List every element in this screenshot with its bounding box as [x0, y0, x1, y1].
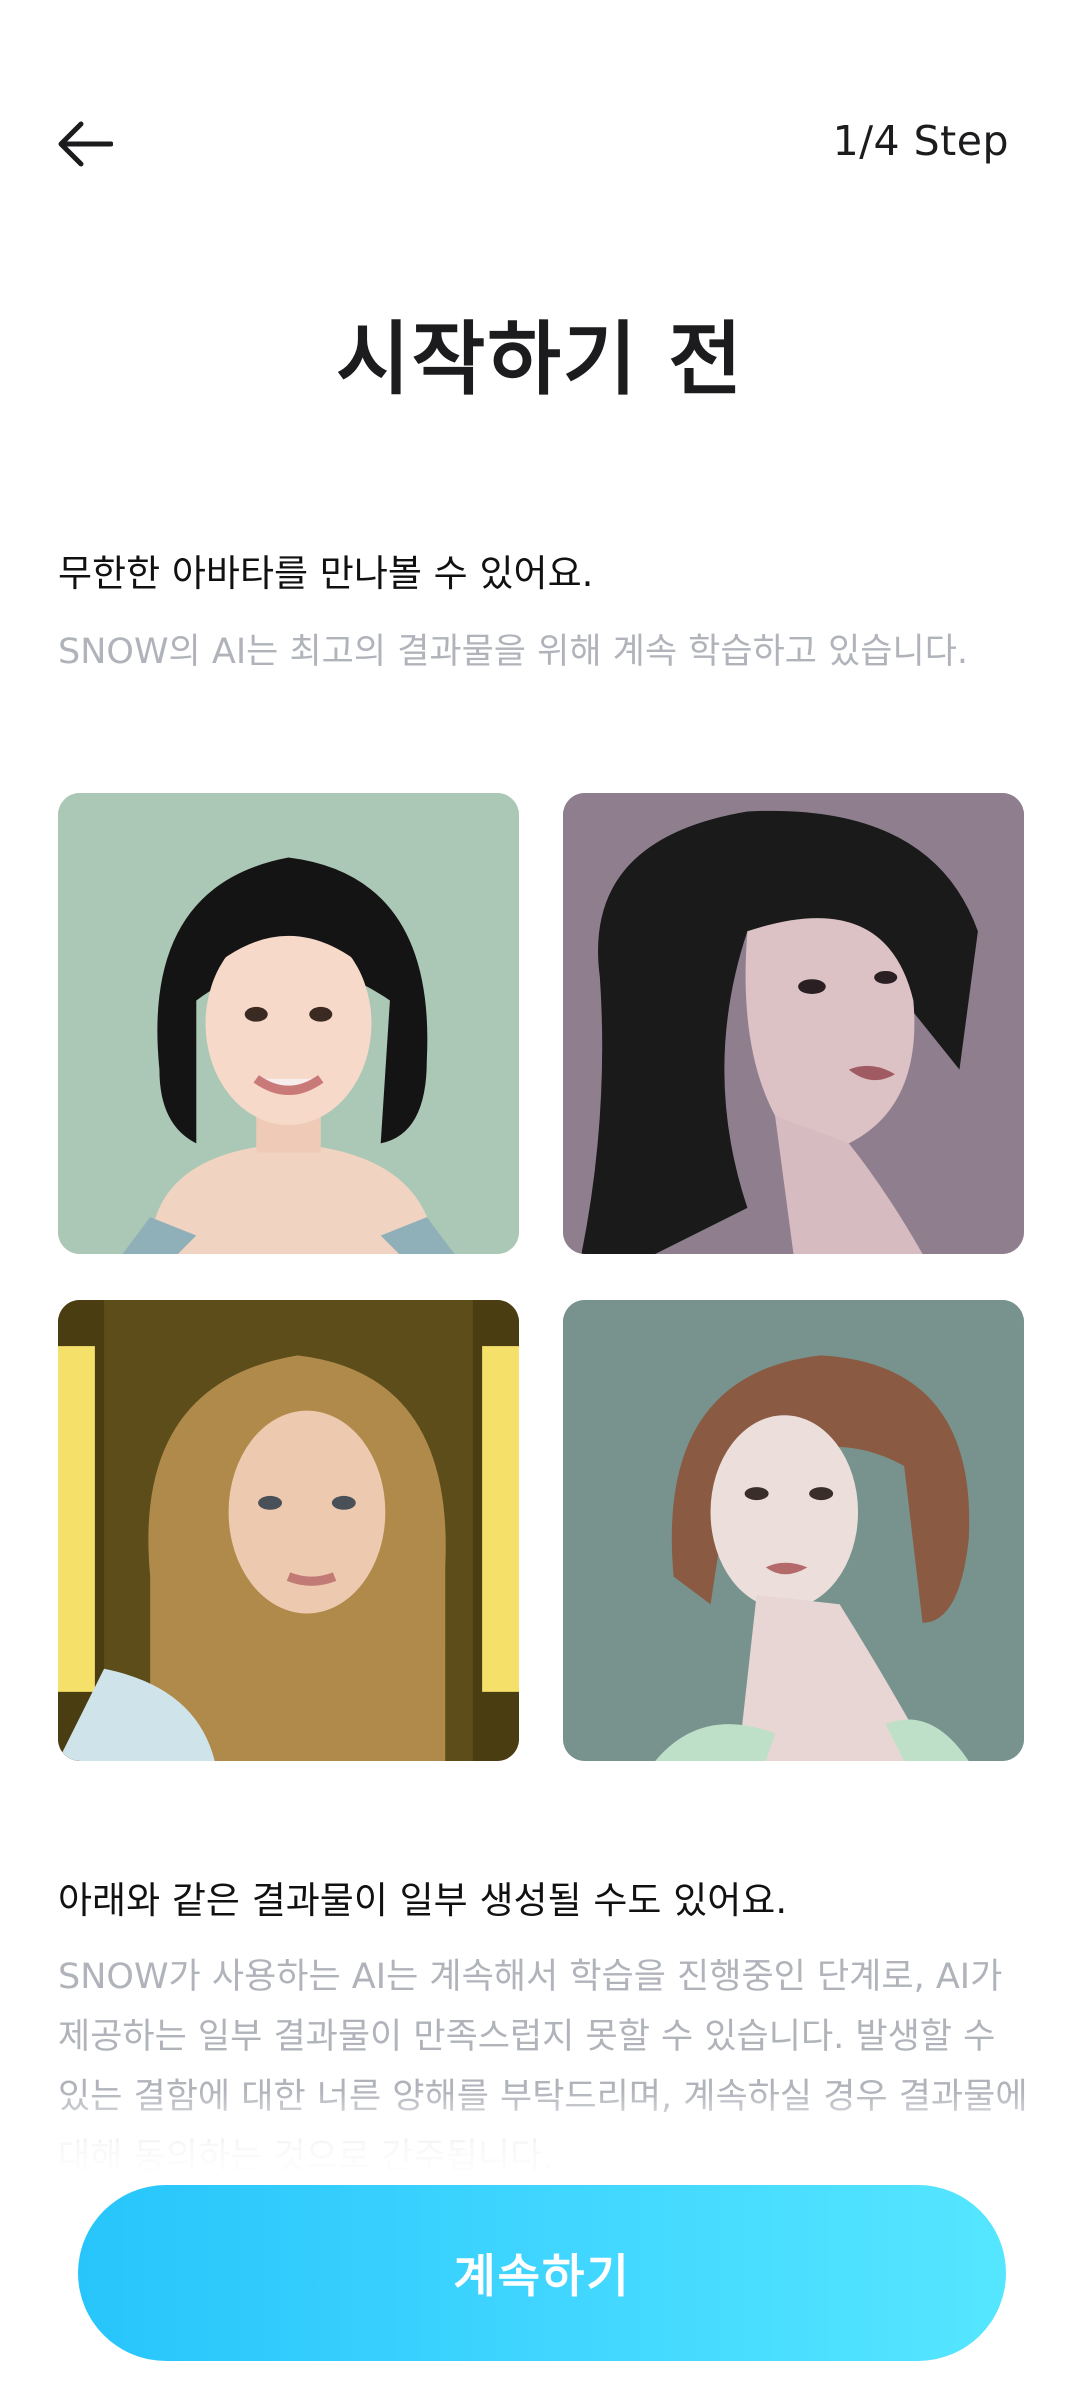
page-title: 시작하기 전: [336, 313, 744, 406]
back-button[interactable]: [52, 112, 116, 176]
avatar-image: [58, 1300, 519, 1761]
avatar-image: [563, 793, 1024, 1254]
scroll-fade: [0, 2090, 1080, 2180]
avatar-image: [58, 793, 519, 1254]
avatar-image: [563, 1300, 1024, 1761]
arrow-left-icon: [58, 121, 113, 167]
step-indicator: 1/4 Step: [832, 117, 1009, 165]
section-body-avatars: SNOW의 AI는 최고의 결과물을 위해 계속 학습하고 있습니다.: [58, 632, 969, 672]
section-heading-disclaimer: 아래와 같은 결과물이 일부 생성될 수도 있어요.: [58, 1879, 788, 1922]
section-heading-avatars: 무한한 아바타를 만나볼 수 있어요.: [58, 552, 594, 595]
avatar-grid: [58, 793, 1024, 1761]
continue-button[interactable]: 계속하기: [78, 2185, 1006, 2361]
screen: 1/4 Step 시작하기 전 무한한 아바타를 만나볼 수 있어요. SNOW…: [0, 0, 1080, 2400]
